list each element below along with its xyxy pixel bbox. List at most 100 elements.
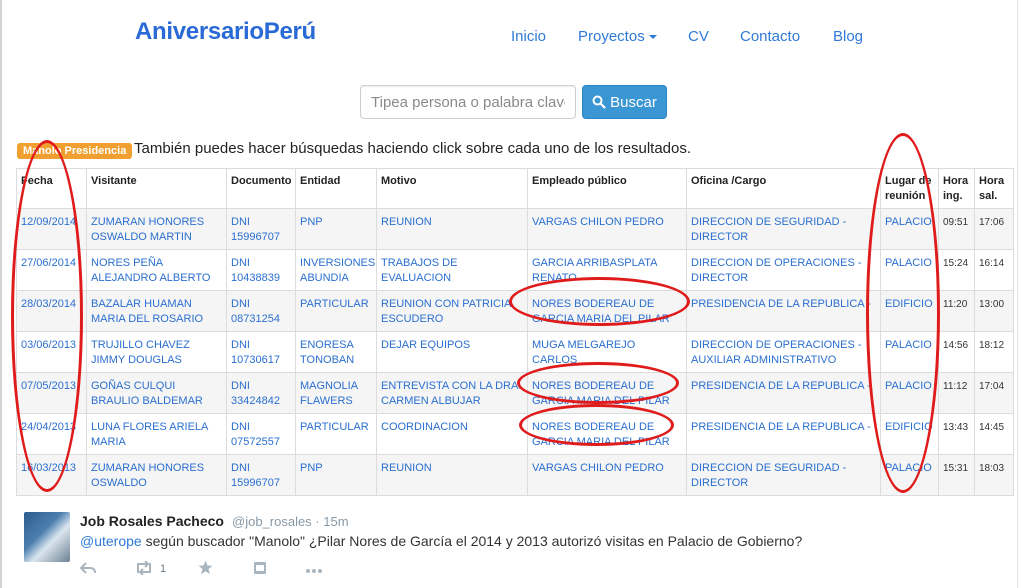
site-logo[interactable]: AniversarioPerú	[135, 18, 316, 46]
cell-documento[interactable]: DNI 15996707	[226, 454, 296, 496]
cell-lugar[interactable]: PALACIO	[880, 331, 939, 373]
cell-oficina[interactable]: DIRECCION DE SEGURIDAD - DIRECTOR	[686, 454, 881, 496]
cell-motivo[interactable]: DEJAR EQUIPOS	[376, 331, 528, 373]
nav-contacto[interactable]: Contacto	[740, 28, 800, 45]
cell-documento[interactable]: DNI 08731254	[226, 290, 296, 332]
cell-fecha[interactable]: 28/03/2014	[16, 290, 87, 332]
avatar[interactable]	[24, 512, 70, 562]
cell-oficina[interactable]: DIRECCION DE SEGURIDAD - DIRECTOR	[686, 208, 881, 250]
cell-hora-ingreso: 11:20	[938, 290, 975, 332]
column-header: Hora ing.	[938, 168, 975, 209]
cell-oficina[interactable]: PRESIDENCIA DE LA REPUBLICA -	[686, 413, 881, 455]
table-row[interactable]: 28/03/2014 BAZALAR HUAMAN MARIA DEL ROSA…	[16, 290, 1014, 332]
cell-hora-salida: 16:14	[974, 249, 1014, 291]
cell-motivo[interactable]: REUNION CON PATRICIA ESCUDERO	[376, 290, 528, 332]
cell-lugar[interactable]: EDIFICIO	[880, 290, 939, 332]
cell-motivo[interactable]: TRABAJOS DE EVALUACION	[376, 249, 528, 291]
cell-motivo[interactable]: COORDINACION	[376, 413, 528, 455]
tweet-text: @uterope según buscador "Manolo" ¿Pilar …	[80, 533, 802, 549]
cell-documento[interactable]: DNI 10730617	[226, 331, 296, 373]
cell-lugar[interactable]: PALACIO	[880, 454, 939, 496]
cell-motivo[interactable]: REUNION	[376, 208, 528, 250]
cell-oficina[interactable]: DIRECCION DE OPERACIONES - DIRECTOR	[686, 249, 881, 291]
table-header-row: Fecha Visitante Documento Entidad Motivo…	[16, 168, 1014, 209]
cell-empleado[interactable]: VARGAS CHILON PEDRO	[527, 454, 687, 496]
nav-inicio[interactable]: Inicio	[511, 28, 546, 45]
nav-blog[interactable]: Blog	[833, 28, 863, 45]
cell-empleado[interactable]: VARGAS CHILON PEDRO	[527, 208, 687, 250]
cell-empleado[interactable]: NORES BODEREAU DE GARCIA MARIA DEL PILAR	[527, 290, 687, 332]
reply-icon[interactable]	[79, 561, 100, 577]
cell-documento[interactable]: DNI 33424842	[226, 372, 296, 414]
tweet-author-name[interactable]: Job Rosales Pacheco	[80, 513, 224, 529]
cell-oficina[interactable]: DIRECCION DE OPERACIONES - AUXILIAR ADMI…	[686, 331, 881, 373]
cell-fecha[interactable]: 24/04/2013	[16, 413, 87, 455]
search-button[interactable]: Buscar	[582, 85, 667, 119]
cell-lugar[interactable]: PALACIO	[880, 208, 939, 250]
cell-visitante[interactable]: ZUMARAN HONORES OSWALDO	[86, 454, 227, 496]
column-header: Documento	[226, 168, 296, 209]
table-row[interactable]: 16/03/2013 ZUMARAN HONORES OSWALDO DNI 1…	[16, 454, 1014, 496]
cell-lugar[interactable]: PALACIO	[880, 372, 939, 414]
cell-visitante[interactable]: BAZALAR HUAMAN MARIA DEL ROSARIO	[86, 290, 227, 332]
cell-lugar[interactable]: PALACIO	[880, 249, 939, 291]
cell-empleado[interactable]: NORES BODEREAU DE GARCIA MARIA DEL PILAR	[527, 413, 687, 455]
cell-entidad[interactable]: PARTICULAR	[295, 290, 377, 332]
cell-hora-salida: 18:03	[974, 454, 1014, 496]
cell-empleado[interactable]: MUGA MELGAREJO CARLOS	[527, 331, 687, 373]
nav-proyectos[interactable]: Proyectos	[578, 28, 657, 45]
cell-motivo[interactable]: REUNION	[376, 454, 528, 496]
cell-documento[interactable]: DNI 15996707	[226, 208, 296, 250]
table-row[interactable]: 12/09/2014 ZUMARAN HONORES OSWALDO MARTI…	[16, 208, 1014, 250]
cell-entidad[interactable]: INVERSIONES ABUNDIA	[295, 249, 377, 291]
cell-fecha[interactable]: 27/06/2014	[16, 249, 87, 291]
cell-lugar[interactable]: EDIFICIO	[880, 413, 939, 455]
cell-oficina[interactable]: PRESIDENCIA DE LA REPUBLICA -	[686, 372, 881, 414]
retweet-icon[interactable]	[134, 559, 156, 578]
cell-entidad[interactable]: MAGNOLIA FLAWERS	[295, 372, 377, 414]
cell-documento[interactable]: DNI 10438839	[226, 249, 296, 291]
column-header: Empleado público	[527, 168, 687, 209]
search-hint: También puedes hacer búsquedas haciendo …	[134, 140, 692, 157]
column-header: Motivo	[376, 168, 528, 209]
table-row[interactable]: 24/04/2013 LUNA FLORES ARIELA MARIA DNI …	[16, 413, 1014, 455]
tweet-mention[interactable]: @uterope	[80, 533, 142, 549]
table-row[interactable]: 03/06/2013 TRUJILLO CHAVEZ JIMMY DOUGLAS…	[16, 331, 1014, 373]
cell-visitante[interactable]: ZUMARAN HONORES OSWALDO MARTIN	[86, 208, 227, 250]
cell-visitante[interactable]: GOÑAS CULQUI BRAULIO BALDEMAR	[86, 372, 227, 414]
cell-hora-salida: 18:12	[974, 331, 1014, 373]
cell-empleado[interactable]: NORES BODEREAU DE GARCIA MARIA DEL PILAR	[527, 372, 687, 414]
cell-fecha[interactable]: 16/03/2013	[16, 454, 87, 496]
search-button-label: Buscar	[610, 93, 657, 111]
cell-entidad[interactable]: ENORESA TONOBAN	[295, 331, 377, 373]
cell-motivo[interactable]: ENTREVISTA CON LA DRA. CARMEN ALBUJAR	[376, 372, 528, 414]
cell-fecha[interactable]: 07/05/2013	[16, 372, 87, 414]
table-row[interactable]: 07/05/2013 GOÑAS CULQUI BRAULIO BALDEMAR…	[16, 372, 1014, 414]
favorite-icon[interactable]	[198, 560, 213, 578]
cell-entidad[interactable]: PNP	[295, 208, 377, 250]
cell-fecha[interactable]: 03/06/2013	[16, 331, 87, 373]
cell-empleado[interactable]: GARCIA ARRIBASPLATA RENATO	[527, 249, 687, 291]
cell-oficina[interactable]: PRESIDENCIA DE LA REPUBLICA -	[686, 290, 881, 332]
cell-visitante[interactable]: LUNA FLORES ARIELA MARIA	[86, 413, 227, 455]
cell-visitante[interactable]: TRUJILLO CHAVEZ JIMMY DOUGLAS	[86, 331, 227, 373]
media-icon[interactable]	[253, 561, 267, 578]
column-header: Entidad	[295, 168, 377, 209]
cell-entidad[interactable]: PNP	[295, 454, 377, 496]
nav-cv[interactable]: CV	[688, 28, 709, 45]
category-badge[interactable]: Manolo Presidencia	[17, 143, 133, 159]
cell-fecha[interactable]: 12/09/2014	[16, 208, 87, 250]
cell-entidad[interactable]: PARTICULAR	[295, 413, 377, 455]
cell-hora-salida: 17:06	[974, 208, 1014, 250]
cell-hora-salida: 14:45	[974, 413, 1014, 455]
tweet-body: según buscador "Manolo" ¿Pilar Nores de …	[141, 533, 803, 549]
search-input[interactable]	[360, 85, 576, 119]
tweet-author-handle[interactable]: @job_rosales · 15m	[232, 514, 349, 529]
column-header: Fecha	[16, 168, 87, 209]
cell-hora-ingreso: 09:51	[938, 208, 975, 250]
cell-visitante[interactable]: NORES PEÑA ALEJANDRO ALBERTO	[86, 249, 227, 291]
more-icon[interactable]	[305, 561, 323, 577]
caret-down-icon	[648, 35, 657, 40]
cell-documento[interactable]: DNI 07572557	[226, 413, 296, 455]
table-row[interactable]: 27/06/2014 NORES PEÑA ALEJANDRO ALBERTO …	[16, 249, 1014, 291]
